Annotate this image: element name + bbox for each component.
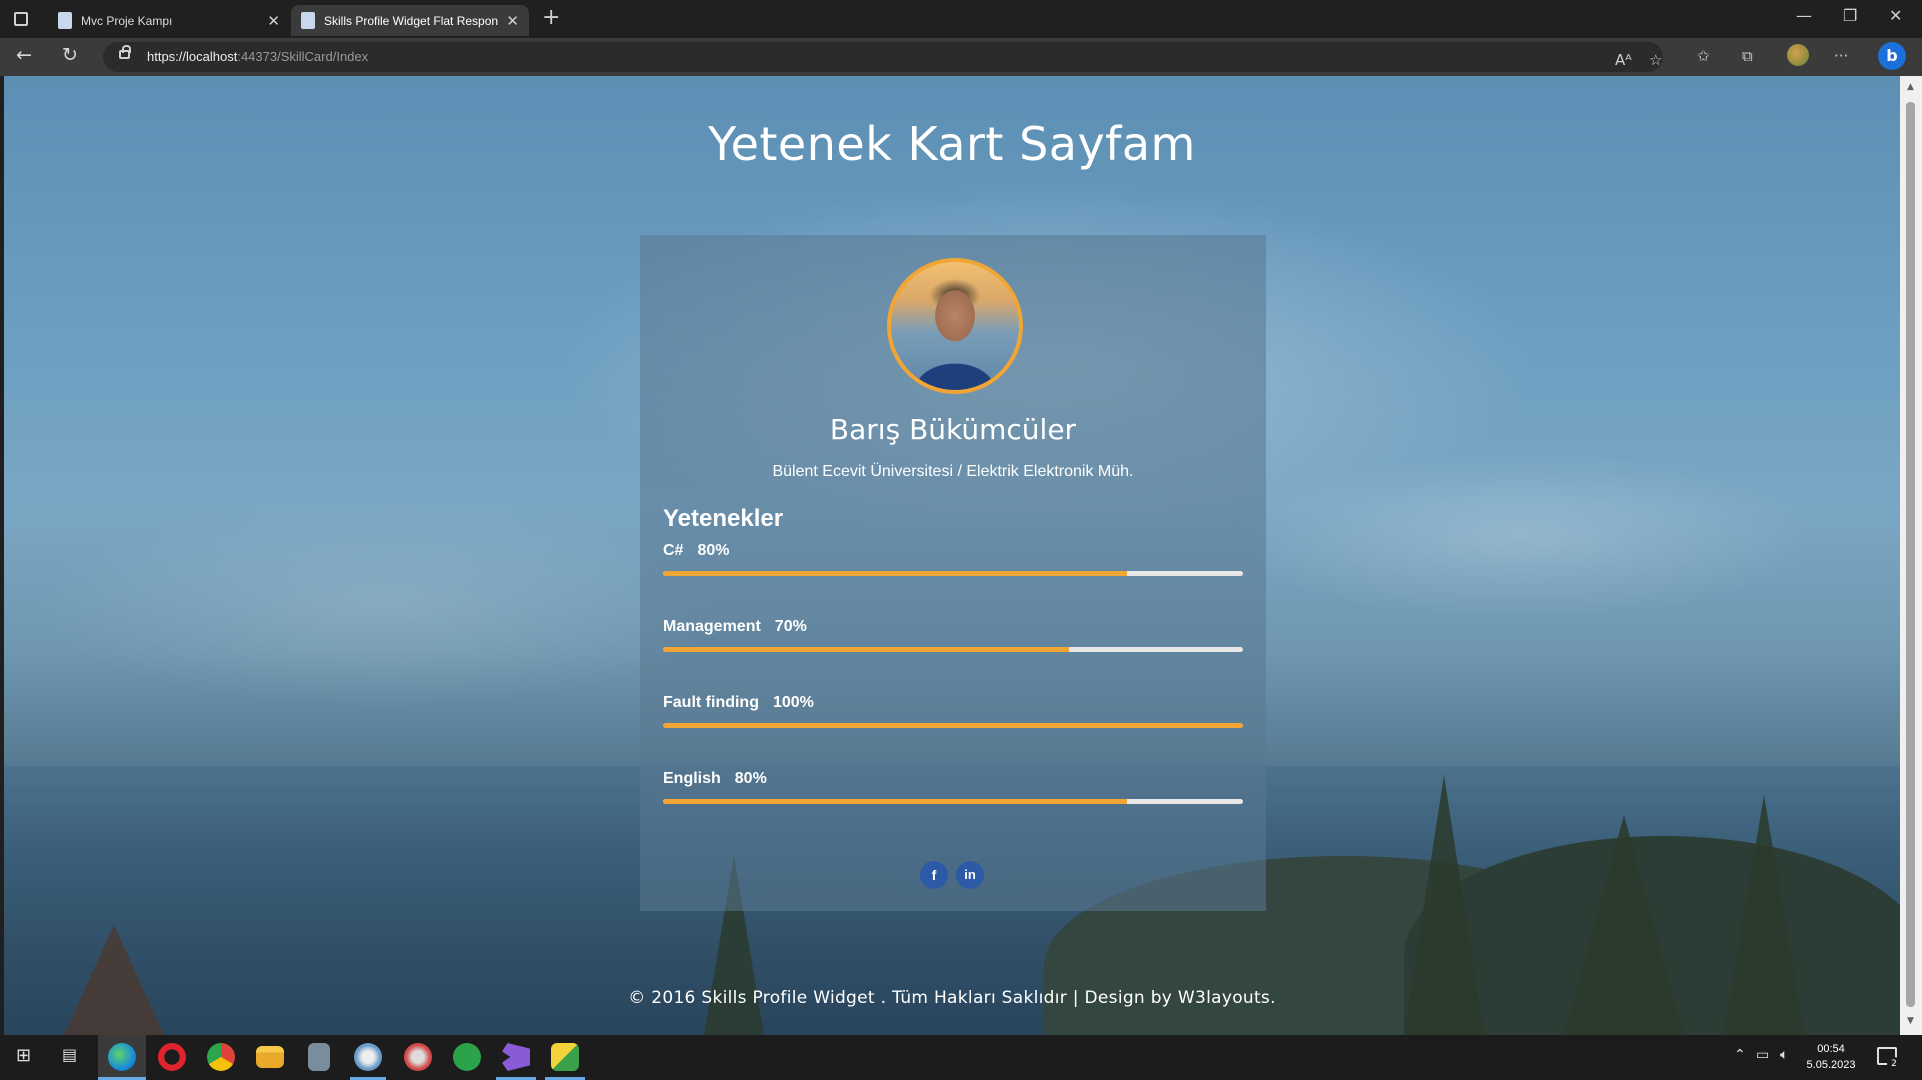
tab-title: Mvc Proje Kampı <box>81 13 173 28</box>
utorrent-icon[interactable] <box>453 1043 481 1071</box>
sql-server-icon[interactable] <box>551 1043 579 1071</box>
page-favicon-icon <box>301 12 315 29</box>
tab-skills-profile[interactable]: Skills Profile Widget Flat Respon ✕ <box>291 5 529 36</box>
volume-icon[interactable]: 🔈︎ <box>1780 1047 1788 1063</box>
skill-name: English <box>663 770 721 787</box>
address-toolbar: ← ↻ https://localhost:44373/SkillCard/In… <box>0 38 1922 76</box>
calculator-icon[interactable] <box>308 1043 330 1071</box>
skill-item-english: English 80% <box>663 770 1243 820</box>
page-scrollbar[interactable]: ▲ ▼ <box>1900 76 1922 1035</box>
clock-date: 5.05.2023 <box>1806 1059 1856 1071</box>
skill-progress-track <box>663 571 1243 576</box>
skill-name: C# <box>663 542 684 559</box>
profile-card: Barış Bükümcüler Bülent Ecevit Üniversit… <box>640 235 1266 911</box>
skill-progress-fill <box>663 799 1127 804</box>
start-windows-icon[interactable]: ⊞ <box>16 1045 31 1066</box>
skill-item-csharp: C# 80% <box>663 542 1243 592</box>
close-tab-icon[interactable]: ✕ <box>267 12 280 30</box>
skills-heading: Yetenekler <box>663 505 784 532</box>
skill-item-fault-finding: Fault finding 100% <box>663 694 1243 744</box>
notification-count-badge: 2 <box>1887 1057 1901 1071</box>
skill-progress-track <box>663 799 1243 804</box>
refresh-icon[interactable]: ↻ <box>62 44 78 66</box>
skill-progress-fill <box>663 647 1069 652</box>
scrollbar-thumb[interactable] <box>1906 102 1915 1007</box>
profile-avatar-icon[interactable] <box>1787 44 1809 66</box>
url-text[interactable]: https://localhost:44373/SkillCard/Index <box>147 49 368 64</box>
taskbar-clock[interactable]: 00:54 5.05.2023 <box>1800 1041 1862 1073</box>
skill-percent: 100% <box>772 694 814 711</box>
tab-title: Skills Profile Widget Flat Respon <box>324 13 499 28</box>
skill-progress-track <box>663 723 1243 728</box>
paint-app-icon[interactable] <box>354 1043 382 1071</box>
tab-strip: Mvc Proje Kampı ✕ Skills Profile Widget … <box>0 0 1922 38</box>
collections-icon[interactable]: ⧉ <box>1742 47 1753 65</box>
skill-name: Fault finding <box>663 694 759 711</box>
network-icon[interactable]: ▭ <box>1756 1047 1769 1063</box>
visual-studio-icon[interactable] <box>502 1043 530 1071</box>
skill-name: Management <box>663 618 761 635</box>
close-window-icon[interactable]: ✕ <box>1889 6 1902 25</box>
bing-chat-icon[interactable]: b <box>1878 42 1906 70</box>
clock-time: 00:54 <box>1817 1043 1845 1055</box>
minimize-icon[interactable]: — <box>1796 6 1812 25</box>
skill-label: Management 70% <box>663 618 821 636</box>
show-hidden-icons-icon[interactable]: ⌃ <box>1734 1047 1746 1063</box>
skill-percent: 80% <box>734 770 767 787</box>
background-tree <box>64 925 164 1035</box>
skill-label: English 80% <box>663 770 781 788</box>
taskbar: ⊞ ▤ ⌃ ▭ 🔈︎ 00:54 5.05.2023 2 <box>0 1035 1922 1080</box>
more-menu-icon[interactable]: ··· <box>1834 47 1848 65</box>
tab-mvc-proje[interactable]: Mvc Proje Kampı ✕ <box>48 5 290 36</box>
scroll-down-icon[interactable]: ▼ <box>1907 1016 1914 1026</box>
linkedin-icon[interactable]: in <box>956 861 984 889</box>
close-tab-icon[interactable]: ✕ <box>506 12 519 30</box>
edge-browser-icon[interactable] <box>108 1043 136 1071</box>
tab-actions-icon[interactable] <box>14 12 28 26</box>
skill-label: Fault finding 100% <box>663 694 828 712</box>
page-viewport: Yetenek Kart Sayfam Barış Bükümcüler Bül… <box>4 76 1900 1035</box>
lock-icon[interactable] <box>119 45 131 59</box>
opera-browser-icon[interactable] <box>158 1043 186 1071</box>
back-icon[interactable]: ← <box>16 44 32 66</box>
profile-subtitle: Bülent Ecevit Üniversitesi / Elektrik El… <box>772 463 1134 480</box>
chrome-browser-icon[interactable] <box>207 1043 235 1071</box>
snipping-tool-icon[interactable] <box>404 1043 432 1071</box>
page-title: Yetenek Kart Sayfam <box>708 117 1196 171</box>
skill-percent: 70% <box>774 618 807 635</box>
add-favorite-icon[interactable]: ☆ <box>1649 51 1662 69</box>
scroll-up-icon[interactable]: ▲ <box>1907 82 1914 92</box>
skill-progress-fill <box>663 723 1243 728</box>
task-view-icon[interactable]: ▤ <box>62 1045 77 1064</box>
skill-progress-track <box>663 647 1243 652</box>
skill-percent: 80% <box>697 542 730 559</box>
restore-icon[interactable]: ❐ <box>1843 6 1857 25</box>
skill-label: C# 80% <box>663 542 743 560</box>
skill-item-management: Management 70% <box>663 618 1243 668</box>
page-favicon-icon <box>58 12 72 29</box>
new-tab-icon[interactable]: + <box>542 5 560 30</box>
file-explorer-icon[interactable] <box>256 1046 284 1068</box>
page-footer: © 2016 Skills Profile Widget . Tüm Hakla… <box>628 988 1276 1008</box>
address-bar[interactable]: https://localhost:44373/SkillCard/Index … <box>103 42 1663 72</box>
skill-progress-fill <box>663 571 1127 576</box>
favorites-icon[interactable]: ✩ <box>1697 47 1710 65</box>
read-aloud-icon[interactable]: Aᴬ <box>1615 51 1632 69</box>
profile-photo <box>887 258 1023 394</box>
profile-name: Barış Bükümcüler <box>829 413 1077 446</box>
facebook-icon[interactable]: f <box>920 861 948 889</box>
